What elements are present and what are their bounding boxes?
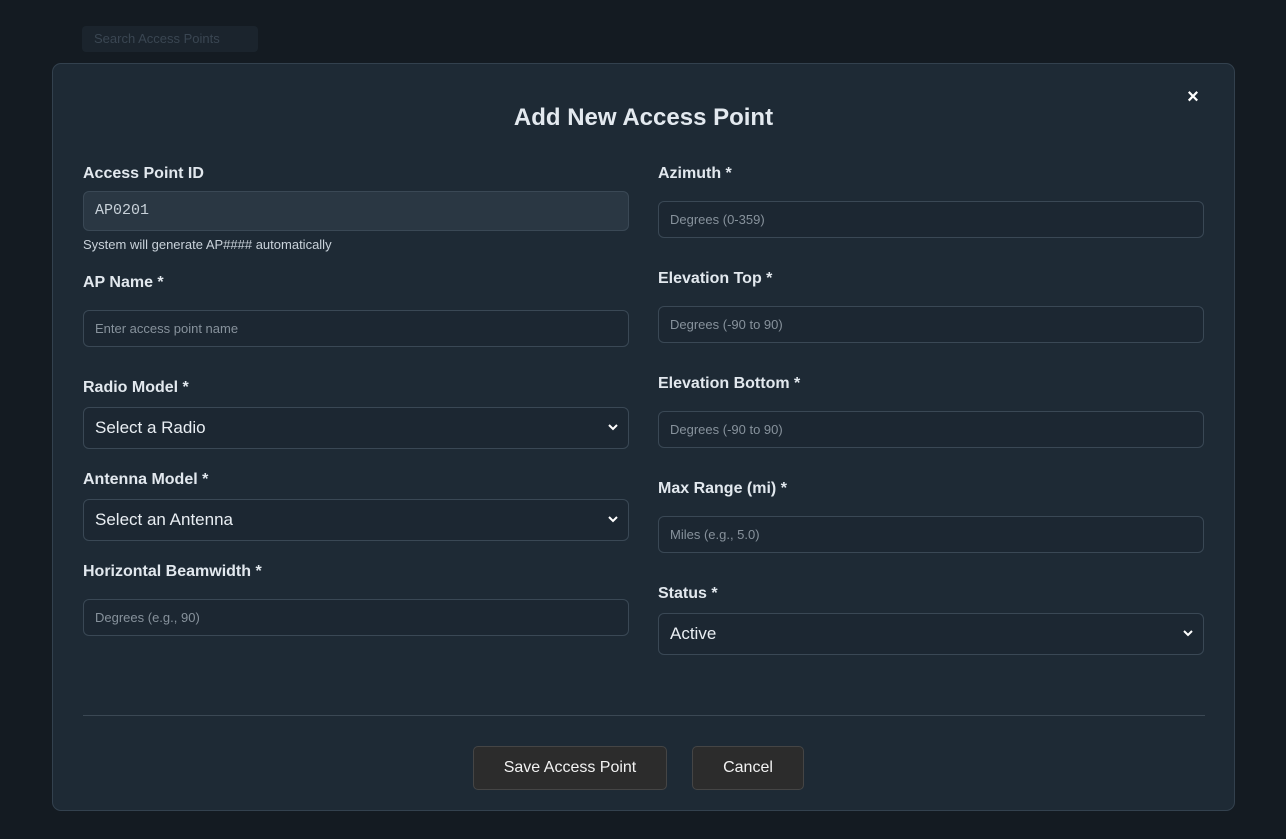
chevron-down-icon [1183, 630, 1193, 637]
cancel-button[interactable]: Cancel [692, 746, 804, 790]
chevron-down-icon [608, 516, 618, 523]
radio-model-value: Select a Radio [95, 418, 206, 437]
radio-model-select[interactable]: Select a Radio [83, 407, 629, 449]
add-access-point-modal: × Add New Access Point Access Point ID A… [52, 63, 1235, 811]
elevation-bottom-label: Elevation Bottom * [658, 375, 801, 392]
ap-name-input[interactable] [83, 310, 629, 347]
ap-id-input: AP0201 [83, 191, 629, 231]
elevation-bottom-field: Elevation Bottom * [658, 374, 1204, 448]
ap-id-field: Access Point ID AP0201 System will gener… [83, 164, 629, 252]
status-label: Status * [658, 585, 718, 602]
max-range-field: Max Range (mi) * [658, 479, 1204, 553]
elevation-bottom-input[interactable] [658, 411, 1204, 448]
azimuth-field: Azimuth * [658, 164, 1204, 238]
antenna-model-label: Antenna Model * [83, 471, 209, 488]
max-range-input[interactable] [658, 516, 1204, 553]
radio-model-label: Radio Model * [83, 379, 189, 396]
ap-id-label: Access Point ID [83, 165, 204, 182]
azimuth-label: Azimuth * [658, 165, 732, 182]
ap-name-label: AP Name * [83, 274, 164, 291]
antenna-model-select[interactable]: Select an Antenna [83, 499, 629, 541]
elevation-top-input[interactable] [658, 306, 1204, 343]
background-search-chip: Search Access Points [82, 26, 258, 52]
h-beamwidth-field: Horizontal Beamwidth * [83, 562, 629, 636]
status-select[interactable]: Active [658, 613, 1204, 655]
elevation-top-field: Elevation Top * [658, 269, 1204, 343]
max-range-label: Max Range (mi) * [658, 480, 787, 497]
ap-id-hint: System will generate AP#### automaticall… [83, 237, 332, 252]
ap-name-field: AP Name * [83, 273, 629, 347]
h-beamwidth-input[interactable] [83, 599, 629, 636]
status-field: Status * Active [658, 584, 1204, 655]
save-access-point-button[interactable]: Save Access Point [473, 746, 667, 790]
azimuth-input[interactable] [658, 201, 1204, 238]
modal-title: Add New Access Point [513, 104, 774, 131]
h-beamwidth-label: Horizontal Beamwidth * [83, 563, 262, 580]
footer-divider [83, 715, 1205, 716]
antenna-model-value: Select an Antenna [95, 510, 234, 529]
radio-model-field: Radio Model * Select a Radio [83, 378, 629, 449]
elevation-top-label: Elevation Top * [658, 270, 773, 287]
chevron-down-icon [608, 424, 618, 431]
antenna-model-field: Antenna Model * Select an Antenna [83, 470, 629, 541]
status-value: Active [670, 624, 717, 643]
